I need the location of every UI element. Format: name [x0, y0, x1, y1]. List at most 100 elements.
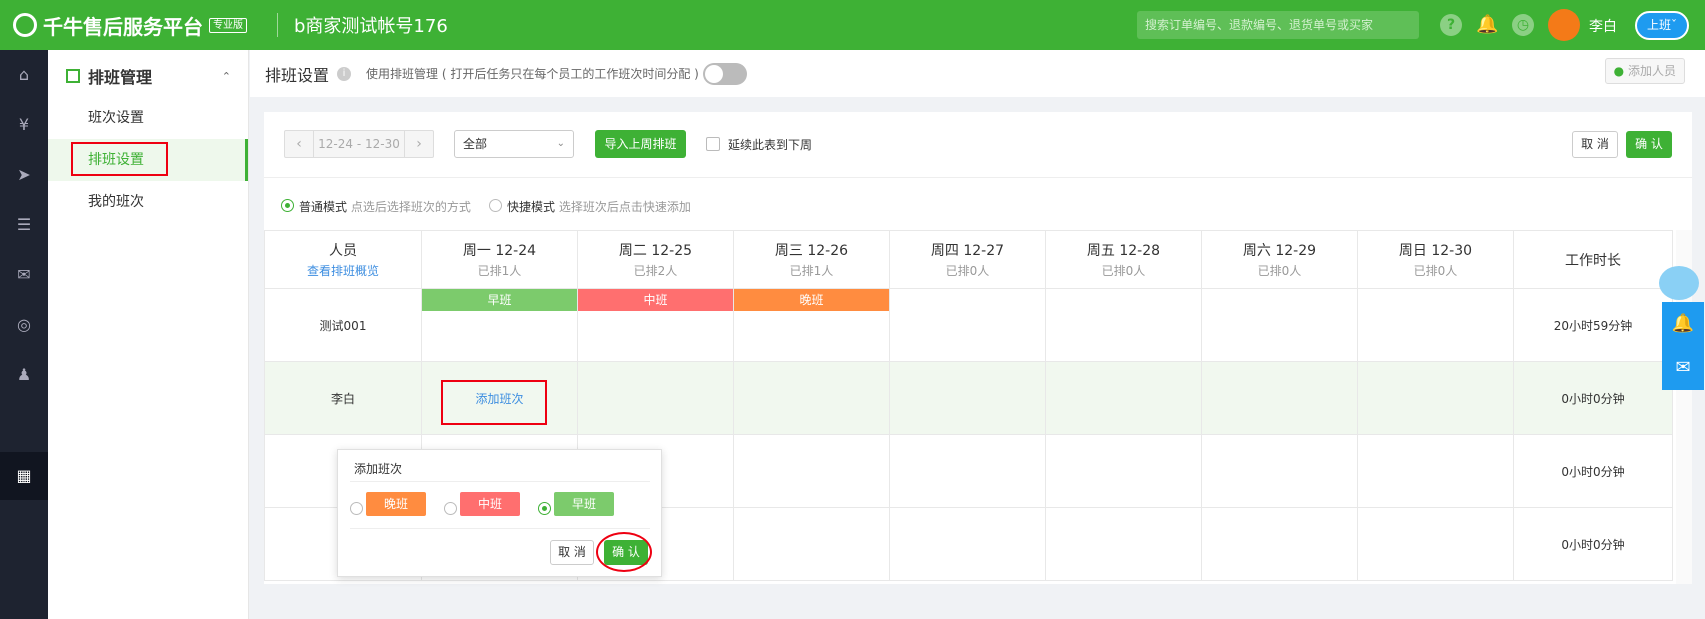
- shift-cell[interactable]: 早班: [421, 288, 578, 362]
- day-header: 周六 12-29 已排0人: [1201, 230, 1358, 289]
- page-title: 排班设置: [265, 65, 330, 85]
- early-shift-radio[interactable]: [538, 502, 551, 515]
- shift-cell[interactable]: [1201, 361, 1358, 435]
- shift-cell[interactable]: [1201, 288, 1358, 362]
- quick-mode-radio[interactable]: [489, 199, 502, 212]
- money-icon[interactable]: ¥: [13, 114, 35, 136]
- shift-cell[interactable]: [1045, 288, 1202, 362]
- hours-cell: 0小时0分钟: [1513, 507, 1673, 581]
- person-header: 人员 查看排班概览: [264, 230, 422, 289]
- sidebar-section-header[interactable]: 排班管理 ⌃: [66, 62, 249, 90]
- hours-header: 工作时长: [1513, 230, 1673, 289]
- sidebar: 排班管理 ⌃ 班次设置 排班设置 我的班次: [48, 50, 249, 619]
- shift-tag[interactable]: 早班: [422, 289, 577, 311]
- day-count: 已排2人: [633, 264, 678, 278]
- hours-cell: 0小时0分钟: [1513, 434, 1673, 508]
- user-name[interactable]: 李白: [1589, 16, 1617, 36]
- shift-cell[interactable]: [1357, 288, 1514, 362]
- early-shift-option[interactable]: 早班: [554, 492, 614, 516]
- overview-link[interactable]: 查看排班概览: [265, 262, 421, 279]
- day-count: 已排0人: [1413, 264, 1458, 278]
- quick-mode-option[interactable]: 快捷模式 选择班次后点击快速添加: [507, 198, 691, 215]
- add-person-label: 添加人员: [1627, 64, 1676, 78]
- shift-cell[interactable]: [577, 361, 734, 435]
- table-row: 测试001 早班 中班 晚班 20小时59分钟: [264, 288, 1673, 362]
- shift-cell[interactable]: [1045, 361, 1202, 435]
- search-input[interactable]: 搜索订单编号、退款编号、退货单号或买家: [1137, 11, 1419, 39]
- shift-cell[interactable]: [889, 361, 1046, 435]
- avatar[interactable]: [1548, 9, 1580, 41]
- shift-cell[interactable]: [1045, 434, 1202, 508]
- shift-tag[interactable]: 中班: [578, 289, 733, 311]
- info-icon[interactable]: i: [337, 66, 352, 81]
- shift-cell[interactable]: [889, 434, 1046, 508]
- home-icon[interactable]: ⌂: [13, 64, 35, 86]
- shift-cell[interactable]: [1201, 507, 1358, 581]
- shift-cell[interactable]: [1357, 361, 1514, 435]
- chevron-left-icon[interactable]: ‹: [285, 131, 313, 157]
- day-label: 周二 12-25: [618, 243, 693, 259]
- shift-cell[interactable]: [733, 507, 890, 581]
- sidebar-item-label: 我的班次: [88, 194, 144, 210]
- ticket-icon[interactable]: ✉: [13, 264, 35, 286]
- chevron-right-icon[interactable]: ›: [405, 131, 433, 157]
- help-icon[interactable]: ?: [1440, 14, 1462, 36]
- calendar-icon[interactable]: ▦: [13, 465, 35, 487]
- normal-mode-option[interactable]: 普通模式 点选后选择班次的方式: [299, 198, 471, 215]
- chat-tab-icon[interactable]: ✉: [1662, 346, 1704, 390]
- bell-icon[interactable]: 🔔: [1476, 14, 1498, 36]
- late-shift-option[interactable]: 晚班: [366, 492, 426, 516]
- brand-name: 千牛售后服务平台: [43, 14, 203, 39]
- brand-logo[interactable]: 千牛售后服务平台 专业版: [13, 11, 247, 40]
- onduty-button[interactable]: 上班ˇ: [1635, 11, 1689, 40]
- normal-mode-radio[interactable]: [281, 199, 294, 212]
- mid-shift-option[interactable]: 中班: [460, 492, 520, 516]
- clock-icon[interactable]: ◷: [1512, 14, 1534, 36]
- shift-cell[interactable]: 晚班: [733, 288, 890, 362]
- week-range[interactable]: 12-24 - 12-30: [313, 131, 405, 157]
- shift-cell[interactable]: [1201, 434, 1358, 508]
- day-count: 已排1人: [477, 264, 522, 278]
- extend-label: 延续此表到下周: [728, 138, 813, 152]
- shift-cell[interactable]: [1357, 507, 1514, 581]
- day-header: 周日 12-30 已排0人: [1357, 230, 1514, 289]
- quick-mode-label: 快捷模式: [507, 200, 556, 214]
- filter-select[interactable]: 全部 ⌄: [454, 130, 574, 158]
- mid-shift-radio[interactable]: [444, 502, 457, 515]
- late-shift-radio[interactable]: [350, 502, 363, 515]
- shift-cell[interactable]: [1045, 507, 1202, 581]
- sidebar-item-my-shifts[interactable]: 我的班次: [48, 181, 248, 223]
- shift-tag[interactable]: 晚班: [734, 289, 889, 311]
- import-last-week-button[interactable]: 导入上周排班: [595, 130, 686, 158]
- extend-checkbox[interactable]: [706, 137, 720, 151]
- normal-mode-label: 普通模式: [299, 200, 348, 214]
- account-name: b商家测试帐号176: [294, 16, 448, 37]
- add-person-button[interactable]: ● 添加人员: [1604, 58, 1685, 84]
- hours-cell: 20小时59分钟: [1513, 288, 1673, 362]
- schedule-toggle[interactable]: [702, 62, 747, 85]
- day-label: 周一 12-24: [462, 243, 537, 259]
- popup-cancel-button[interactable]: 取 消: [550, 540, 594, 565]
- compass-icon[interactable]: ◎: [13, 314, 35, 336]
- highlight-box: [71, 142, 168, 176]
- sidebar-item-shift-settings[interactable]: 班次设置: [48, 97, 248, 139]
- cancel-button[interactable]: 取 消: [1572, 131, 1618, 158]
- divider: [350, 481, 650, 482]
- notification-tab-icon[interactable]: 🔔: [1662, 302, 1704, 346]
- confirm-button[interactable]: 确 认: [1626, 131, 1672, 158]
- rocket-icon[interactable]: ➤: [13, 164, 35, 186]
- shift-cell[interactable]: [889, 288, 1046, 362]
- highlight-box: [441, 380, 547, 425]
- day-header: 周二 12-25 已排2人: [577, 230, 734, 289]
- icon-rail: ⌂ ¥ ➤ ☰ ✉ ◎ ♟ ▦: [0, 50, 48, 619]
- shift-cell[interactable]: [1357, 434, 1514, 508]
- list-icon[interactable]: ☰: [13, 214, 35, 236]
- shift-cell[interactable]: [733, 434, 890, 508]
- divider: [277, 13, 278, 37]
- users-icon[interactable]: ♟: [13, 364, 35, 386]
- day-label: 周三 12-26: [774, 243, 849, 259]
- shift-cell[interactable]: [733, 361, 890, 435]
- shift-cell[interactable]: [889, 507, 1046, 581]
- assistant-mascot-icon[interactable]: [1659, 266, 1699, 300]
- shift-cell[interactable]: 中班: [577, 288, 734, 362]
